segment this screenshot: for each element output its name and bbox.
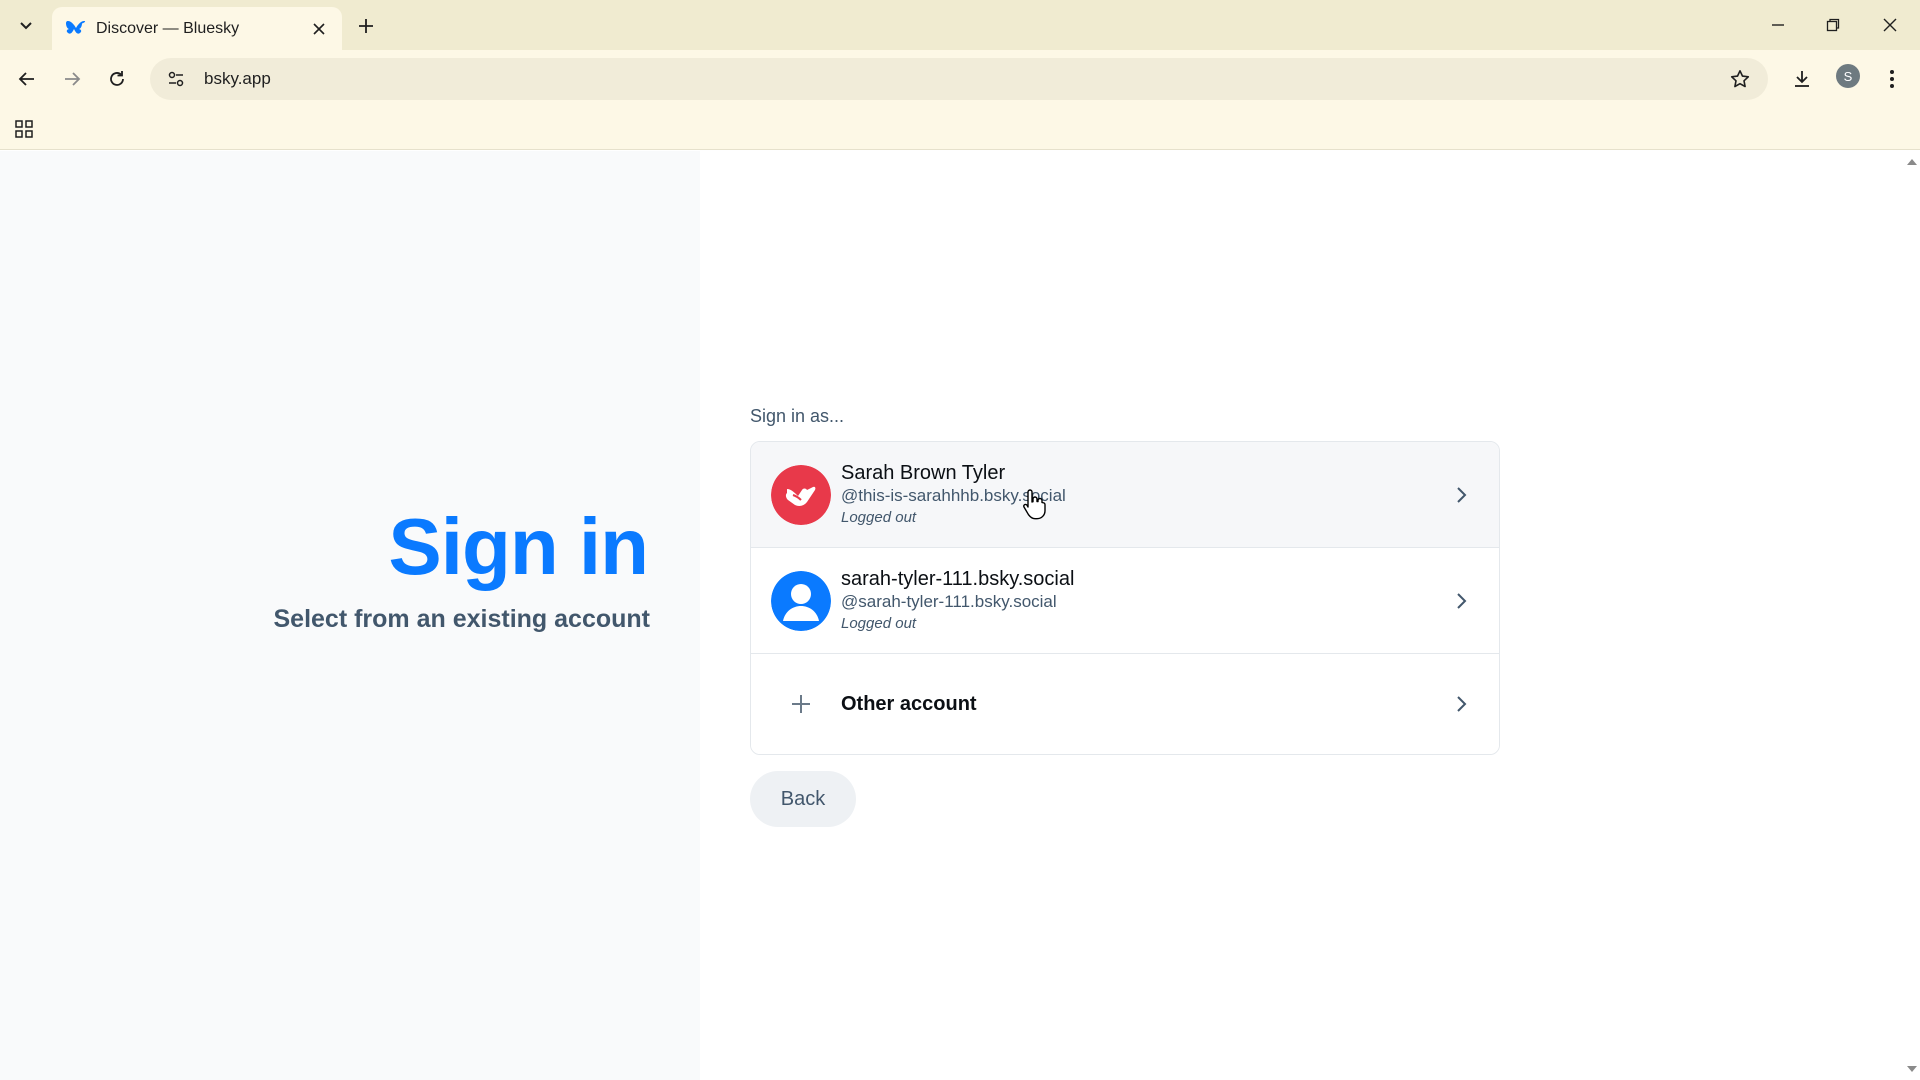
apps-grid-icon — [15, 120, 33, 138]
hand-logo-icon — [771, 464, 831, 525]
page-title: Sign in — [388, 502, 649, 591]
bookmarks-bar — [0, 108, 1920, 150]
tune-icon — [168, 71, 184, 87]
address-bar[interactable]: bsky.app — [150, 58, 1768, 100]
arrow-right-icon — [65, 72, 81, 86]
reload-button[interactable] — [101, 63, 133, 95]
back-button[interactable]: Back — [750, 771, 856, 827]
apps-button[interactable] — [12, 117, 36, 141]
download-icon — [1795, 71, 1809, 87]
other-account-row[interactable]: Other account — [751, 654, 1499, 754]
bluesky-butterfly-icon — [66, 20, 86, 34]
arrow-left-icon — [18, 72, 34, 86]
tab-close-button[interactable] — [308, 18, 330, 40]
left-panel: Sign in Select from an existing account — [0, 151, 700, 1080]
avatar — [771, 570, 831, 631]
scroll-up-arrow-icon[interactable] — [1907, 157, 1917, 167]
browser-toolbar: bsky.app S — [0, 50, 1920, 108]
minimize-icon — [1772, 24, 1784, 26]
url-text: bsky.app — [204, 69, 271, 88]
restore-icon — [1826, 18, 1840, 32]
plus-icon — [359, 19, 373, 33]
scroll-down-arrow-icon[interactable] — [1907, 1064, 1917, 1074]
site-info-button[interactable] — [162, 65, 190, 93]
account-list: Sarah Brown Tyler @this-is-sarahhhb.bsky… — [750, 441, 1500, 755]
browser-menu-button[interactable] — [1876, 63, 1908, 95]
hand-cursor-icon — [1023, 489, 1046, 520]
tab-strip: Discover — Bluesky — [0, 0, 1920, 50]
account-row-sarah-tyler-111[interactable]: sarah-tyler-111.bsky.social @sarah-tyler… — [751, 548, 1499, 654]
page-scrollbar[interactable] — [1904, 151, 1920, 1080]
downloads-button[interactable] — [1786, 63, 1818, 95]
sign-in-as-label: Sign in as... — [750, 406, 845, 426]
plus-icon — [792, 695, 810, 713]
forward-nav-button[interactable] — [56, 63, 88, 95]
back-nav-button[interactable] — [11, 63, 43, 95]
chevron-right-icon — [1457, 592, 1467, 609]
close-icon — [313, 22, 325, 35]
account-name: sarah-tyler-111.bsky.social — [841, 567, 1075, 590]
kebab-menu-icon — [1890, 70, 1894, 88]
profile-avatar-button[interactable]: S — [1836, 64, 1860, 88]
page-subtitle: Select from an existing account — [273, 605, 651, 633]
chevron-down-icon — [20, 22, 32, 30]
chevron-right-icon — [1457, 696, 1467, 712]
minimize-button[interactable] — [1756, 8, 1800, 42]
tab-title: Discover — Bluesky — [96, 19, 240, 37]
account-text: sarah-tyler-111.bsky.social @sarah-tyler… — [841, 567, 1074, 635]
new-tab-button[interactable] — [352, 12, 380, 40]
page-content: Sign in Select from an existing account … — [0, 151, 1904, 1080]
plus-icon-wrap — [771, 674, 831, 734]
tab-search-button[interactable] — [10, 10, 42, 40]
account-status: Logged out — [841, 614, 917, 632]
bookmark-star-button[interactable] — [1726, 65, 1754, 93]
restore-button[interactable] — [1811, 8, 1855, 42]
star-icon — [1730, 70, 1750, 88]
account-chooser: Sign in as... Sarah Brown Tyler @this-is… — [750, 406, 1500, 827]
other-account-label: Other account — [841, 692, 977, 715]
account-row-sarah-brown-tyler[interactable]: Sarah Brown Tyler @this-is-sarahhhb.bsky… — [751, 442, 1499, 548]
close-window-button[interactable] — [1868, 8, 1912, 42]
browser-window: Discover — Bluesky bsky.app S Sign in Se… — [0, 0, 1920, 1080]
avatar — [771, 464, 831, 525]
reload-icon — [110, 71, 124, 86]
chevron-right-icon — [1457, 486, 1467, 503]
account-handle: @sarah-tyler-111.bsky.social — [841, 591, 1057, 611]
close-icon — [1883, 18, 1897, 32]
default-user-icon — [771, 570, 831, 631]
tab-discover[interactable]: Discover — Bluesky — [52, 7, 342, 50]
account-name: Sarah Brown Tyler — [841, 461, 1006, 484]
